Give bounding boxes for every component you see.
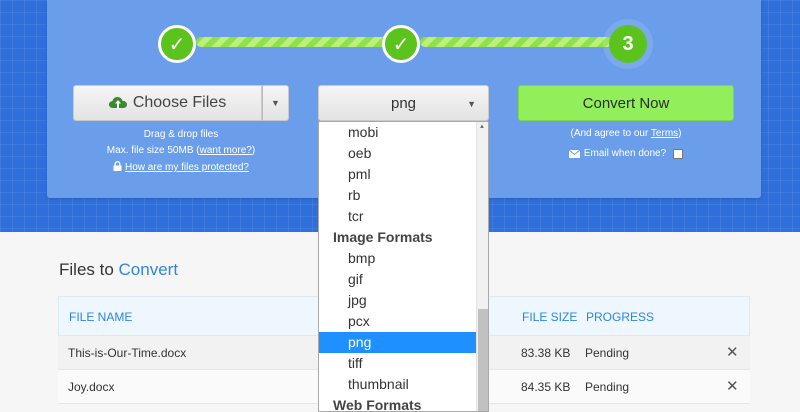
file-progress: Pending (585, 346, 630, 360)
file-progress: Pending (585, 380, 630, 394)
step-1-complete: ✓ (158, 25, 196, 63)
email-when-done-checkbox[interactable] (673, 148, 684, 159)
choose-files-button[interactable]: Choose Files (73, 85, 262, 121)
choose-files-label: Choose Files (132, 94, 227, 111)
format-dropdown-list[interactable]: mobi oeb pml rb tcr Image Formats bmp gi… (318, 121, 489, 412)
cloud-upload-icon (108, 97, 127, 109)
file-name: This-is-Our-Time.docx (68, 346, 187, 360)
agree-terms-text: (And agree to our Terms) (570, 128, 682, 139)
step-1-check-icon: ✓ (168, 33, 186, 56)
format-option-tiff[interactable]: tiff (319, 353, 477, 374)
convert-now-button[interactable]: Convert Now (518, 85, 734, 121)
file-name: Joy.docx (68, 380, 115, 394)
want-more-link[interactable]: want more? (200, 145, 252, 156)
format-group-image: Image Formats (333, 229, 433, 245)
protected-link[interactable]: How are my files protected? (125, 162, 249, 173)
column-header-progress: PROGRESS (586, 310, 655, 324)
column-header-file-size: FILE SIZE (522, 310, 578, 324)
drag-drop-text: Drag & drop files (143, 129, 219, 140)
max-size-text: Max. file size 50MB (want more?) (106, 145, 256, 156)
format-option-gif[interactable]: gif (319, 269, 477, 290)
choose-source-dropdown[interactable]: ▼ (262, 85, 289, 121)
files-to-convert-title: Files to Convert (59, 260, 179, 279)
step-3-current: 3 (609, 25, 647, 63)
lock-icon (113, 161, 122, 171)
column-header-file-name: FILE NAME (69, 310, 133, 324)
caret-down-icon: ▼ (271, 98, 280, 108)
progress-line-2 (420, 37, 612, 47)
file-size: 84.35 KB (521, 380, 571, 394)
close-icon[interactable]: ✕ (726, 336, 739, 370)
format-select[interactable]: png ▼ (318, 85, 489, 121)
format-option-jpg[interactable]: jpg (319, 290, 477, 311)
close-icon[interactable]: ✕ (726, 370, 739, 404)
format-option-bmp[interactable]: bmp (319, 248, 477, 269)
scrollbar-thumb[interactable] (478, 309, 488, 411)
format-option-pcx[interactable]: pcx (319, 311, 477, 332)
scroll-up-icon[interactable]: ▲ (479, 124, 485, 130)
format-option-pml[interactable]: pml (319, 164, 477, 185)
envelope-icon (568, 149, 580, 158)
email-when-done-row: Email when done? (518, 148, 734, 159)
protected-link-row: How are my files protected? (73, 160, 289, 176)
format-option-tcr[interactable]: tcr (319, 206, 477, 227)
email-when-done-label: Email when done? (583, 148, 667, 159)
format-option-oeb[interactable]: oeb (319, 143, 477, 164)
format-selected-value: png (390, 94, 417, 112)
convert-now-label: Convert Now (582, 94, 670, 112)
format-option-mobi[interactable]: mobi (319, 122, 477, 143)
file-size: 83.38 KB (521, 346, 571, 360)
step-2-complete: ✓ (382, 25, 420, 63)
step-2-check-icon: ✓ (392, 33, 410, 56)
dropdown-scrollbar[interactable]: ▲ (476, 122, 488, 411)
upload-info: Drag & drop files Max. file size 50MB (w… (73, 127, 289, 176)
step-3-number: 3 (622, 32, 634, 55)
format-option-rb[interactable]: rb (319, 185, 477, 206)
format-option-png[interactable]: png (319, 332, 477, 353)
caret-down-icon: ▼ (467, 99, 476, 109)
progress-line-1 (196, 37, 388, 47)
format-group-web: Web Formats (333, 397, 422, 412)
format-option-thumbnail[interactable]: thumbnail (319, 374, 477, 395)
terms-link[interactable]: Terms (651, 128, 678, 139)
